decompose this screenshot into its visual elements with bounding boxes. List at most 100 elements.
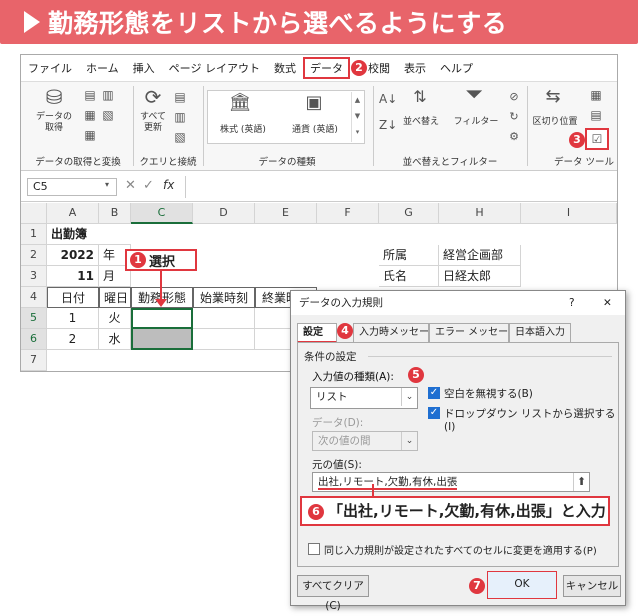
text-to-columns-button[interactable]: 区切り位置 [529,114,581,127]
cell-a1[interactable]: 出勤簿 [47,224,131,245]
filter-button[interactable]: フィルター [451,114,501,127]
col-header-d[interactable]: D [193,203,255,224]
menu-insert[interactable]: 挿入 [126,60,162,76]
recent-icon[interactable]: ▧ [101,106,115,124]
row-header-1[interactable]: 1 [21,224,47,245]
enter-icon[interactable]: ✓ [143,178,154,193]
source-input[interactable]: 出社,リモート,欠勤,有休,出張 ⬆ [312,472,590,492]
clear-filter-icon[interactable]: ⊘ [507,88,521,106]
dropdown-checkbox[interactable]: ✓ [428,407,440,419]
sort-za-icon[interactable]: Z↓ [379,116,397,134]
row-header-5[interactable]: 5 [21,308,47,329]
ignore-blank-checkbox[interactable]: ✓ [428,387,440,399]
cell-c5-active[interactable] [131,308,193,329]
cell-a6[interactable]: 2 [47,329,99,350]
cell-a3[interactable]: 11 [47,266,99,287]
tab-ime[interactable]: 日本語入力 [509,323,571,343]
tab-settings[interactable]: 設定 [297,323,337,343]
col-header-g[interactable]: G [379,203,439,224]
select-all-corner[interactable] [21,203,47,224]
cell-c6-selected[interactable] [131,329,193,350]
tab-input-message[interactable]: 入力時メッセージ [353,323,439,343]
col-header-a[interactable]: A [47,203,99,224]
fx-icon[interactable]: fx [163,178,174,192]
cell-d5[interactable] [193,308,255,329]
cell-d4[interactable]: 始業時刻 [193,287,255,308]
clear-all-button[interactable]: すべてクリア(C) [297,575,369,612]
row-header-4[interactable]: 4 [21,287,47,308]
sort-az-icon[interactable]: A↓ [379,90,397,108]
cell-a4[interactable]: 日付 [47,287,99,308]
menu-data[interactable]: データ [302,57,350,79]
col-header-c[interactable]: C [131,203,193,224]
cell-g2[interactable]: 所属 [379,245,439,266]
menu-view[interactable]: 表示 [397,60,433,76]
sort-icon[interactable]: ⇅ [407,88,433,106]
cell-g3[interactable]: 氏名 [379,266,439,287]
col-header-b[interactable]: B [99,203,131,224]
menu-review[interactable]: 校閲 [368,60,397,76]
advanced-filter-icon[interactable]: ⚙ [507,128,521,146]
formula-input[interactable] [185,176,613,198]
col-header-e[interactable]: E [255,203,317,224]
help-button[interactable]: ? [569,291,575,315]
refresh-icon[interactable]: ⟳ [139,87,167,107]
cell-d6[interactable] [193,329,255,350]
cancel-button[interactable]: キャンセル [563,575,621,597]
grid-icon[interactable]: ▦ [83,126,97,144]
cell-b5[interactable]: 火 [99,308,131,329]
data-validation-icon[interactable]: ☑ [585,128,609,150]
currency-button[interactable]: 通貨 (英語) [283,122,347,135]
text-to-columns-icon[interactable]: ⇆ [541,88,565,106]
tab-error-message[interactable]: エラー メッセージ [429,323,518,343]
row-header-6[interactable]: 6 [21,329,47,350]
connector-line [372,484,374,496]
ok-button[interactable]: OK [487,571,557,599]
cell-b4[interactable]: 曜日 [99,287,131,308]
get-data-button[interactable]: データの 取得 [29,112,79,134]
close-icon[interactable]: ✕ [603,291,612,315]
cell-h2[interactable]: 経営企画部 [439,245,521,266]
queries-icon[interactable]: ▤ [173,88,187,106]
row-header-7[interactable]: 7 [21,350,47,371]
table-icon[interactable]: ▦ [83,106,97,124]
remove-duplicates-icon[interactable]: ▤ [589,106,603,124]
dialog-title: データの入力規則 [299,297,383,309]
menu-formulas[interactable]: 数式 [267,60,303,76]
row-header-3[interactable]: 3 [21,266,47,287]
menu-home[interactable]: ホーム [79,60,126,76]
step-7-badge: 7 [469,578,485,594]
currency-icon[interactable]: ▣ [299,94,329,112]
chevron-down-icon[interactable]: ▾ [105,180,109,189]
stocks-icon[interactable]: 🏛 [225,94,255,112]
doc-web-icon[interactable]: ▥ [101,86,115,104]
cell-a2[interactable]: 2022 [47,245,99,266]
menu-help[interactable]: ヘルプ [433,60,480,76]
doc-icon[interactable]: ▤ [83,86,97,104]
gallery-scroll[interactable]: ▲ ▼ ▾ [351,92,363,142]
database-icon[interactable]: ⛁ [39,87,69,107]
col-header-i[interactable]: I [521,203,617,224]
cell-h3[interactable]: 日経太郎 [439,266,521,287]
cell-a5[interactable]: 1 [47,308,99,329]
apply-all-checkbox[interactable] [308,543,320,555]
name-box[interactable]: C5 [27,178,117,196]
menu-page-layout[interactable]: ページ レイアウト [162,60,267,76]
col-header-h[interactable]: H [439,203,521,224]
properties-icon[interactable]: ▥ [173,108,187,126]
refresh-all-button[interactable]: すべて 更新 [133,112,173,134]
stocks-button[interactable]: 株式 (英語) [211,122,275,135]
menu-file[interactable]: ファイル [21,60,79,76]
reapply-icon[interactable]: ↻ [507,108,521,126]
cancel-icon[interactable]: ✕ [125,178,136,193]
range-select-icon[interactable]: ⬆ [573,473,589,491]
row-header-2[interactable]: 2 [21,245,47,266]
col-header-f[interactable]: F [317,203,379,224]
flash-fill-icon[interactable]: ▦ [589,86,603,104]
filter-icon[interactable]: ⏷ [459,84,489,106]
sort-button[interactable]: 並べ替え [399,114,443,127]
edit-links-icon[interactable]: ▧ [173,128,187,146]
data-select[interactable]: 次の値の間 ⌄ [312,431,418,451]
allow-select[interactable]: リスト ⌄ [310,387,418,409]
cell-b6[interactable]: 水 [99,329,131,350]
